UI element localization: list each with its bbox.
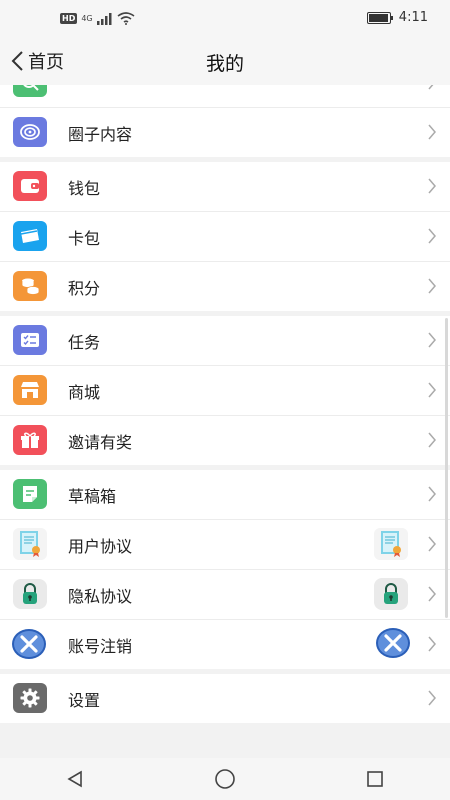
page-title: 我的	[205, 53, 244, 75]
document-certificate-icon	[374, 528, 408, 560]
menu-list[interactable]: 圈子内容 钱包 卡包 积分 任务 商城 邀请有奖 草稿箱 用户协议 隐私协议 账…	[0, 85, 450, 758]
chevron-left-icon	[11, 51, 23, 71]
menu-item-card[interactable]: 卡包	[0, 212, 450, 262]
gift-icon	[13, 425, 47, 455]
menu-item-label: 钱包	[68, 178, 101, 198]
status-bar: HD 4G 4:11	[0, 0, 450, 40]
menu-item-drafts[interactable]: 草稿箱	[0, 470, 450, 520]
lock-icon	[13, 579, 47, 609]
wallet-icon	[13, 171, 47, 201]
square-recent-icon	[367, 771, 383, 787]
search-icon	[13, 85, 47, 97]
back-button[interactable]: 首页	[10, 48, 64, 74]
menu-item-privacy-policy[interactable]: 隐私协议	[0, 570, 450, 620]
nav-back-button[interactable]	[45, 761, 105, 797]
card-icon	[13, 221, 47, 251]
battery-level	[368, 13, 388, 22]
circle-content-icon	[13, 117, 47, 147]
chevron-right-icon	[428, 432, 436, 448]
menu-item-label: 商城	[68, 382, 101, 402]
close-circle-icon	[374, 627, 412, 659]
chevron-right-icon	[428, 228, 436, 244]
network-type: 4G	[81, 14, 93, 23]
gear-icon	[13, 683, 47, 713]
menu-item-label: 用户协议	[68, 536, 133, 556]
nav-home-button[interactable]	[195, 761, 255, 797]
triangle-back-icon	[67, 770, 82, 788]
signal-icon	[96, 12, 112, 25]
task-icon	[13, 325, 47, 355]
clock: 4:11	[398, 10, 428, 25]
menu-item-shop[interactable]: 商城	[0, 366, 450, 416]
chevron-right-icon	[428, 124, 436, 140]
chevron-right-icon	[428, 85, 434, 90]
close-circle-icon	[10, 626, 48, 662]
menu-item-label: 任务	[68, 332, 101, 352]
menu-group-activity: 任务 商城 邀请有奖	[0, 316, 450, 465]
chevron-right-icon	[428, 690, 436, 706]
menu-item-label: 圈子内容	[68, 124, 133, 144]
status-left: HD 4G	[60, 12, 135, 25]
scrollbar[interactable]	[445, 318, 448, 618]
shop-icon	[13, 375, 47, 405]
app-header: 首页 我的	[0, 40, 450, 85]
menu-item-label: 隐私协议	[68, 586, 133, 606]
chevron-right-icon	[428, 382, 436, 398]
menu-item-label: 邀请有奖	[68, 432, 133, 452]
menu-item-circle-content[interactable]: 圈子内容	[0, 108, 450, 157]
menu-group-docs: 草稿箱 用户协议 隐私协议 账号注销	[0, 470, 450, 669]
battery-icon	[366, 11, 393, 24]
status-right: 4:11	[366, 10, 428, 25]
menu-item-label: 账号注销	[68, 636, 133, 656]
chevron-right-icon	[428, 486, 436, 502]
lock-icon	[374, 578, 408, 610]
menu-item-user-agreement[interactable]: 用户协议	[0, 520, 450, 570]
draft-icon	[13, 479, 47, 509]
menu-item-label: 卡包	[68, 228, 101, 248]
back-label: 首页	[28, 52, 64, 73]
menu-item-settings[interactable]: 设置	[0, 674, 450, 723]
menu-group-settings: 设置	[0, 674, 450, 723]
system-nav-bar	[0, 758, 450, 800]
menu-item-wallet[interactable]: 钱包	[0, 162, 450, 212]
nav-recent-button[interactable]	[345, 761, 405, 797]
chevron-right-icon	[428, 636, 436, 652]
chevron-right-icon	[428, 586, 436, 602]
menu-item-label: 设置	[68, 690, 101, 710]
menu-group-finance: 钱包 卡包 积分	[0, 162, 450, 311]
menu-item-label: 草稿箱	[68, 486, 117, 506]
menu-group-social: 圈子内容	[0, 85, 450, 157]
document-certificate-icon	[13, 528, 47, 560]
chevron-right-icon	[428, 332, 436, 348]
menu-item-points[interactable]: 积分	[0, 262, 450, 311]
chevron-right-icon	[428, 536, 436, 552]
points-icon	[13, 271, 47, 301]
menu-item-invite[interactable]: 邀请有奖	[0, 416, 450, 465]
menu-item-label: 积分	[68, 278, 101, 298]
wifi-icon	[117, 12, 135, 25]
chevron-right-icon	[428, 178, 436, 194]
circle-home-icon	[215, 769, 235, 789]
menu-item-delete-account[interactable]: 账号注销	[0, 620, 450, 669]
menu-item-task[interactable]: 任务	[0, 316, 450, 366]
menu-item-partial[interactable]	[0, 85, 450, 108]
chevron-right-icon	[428, 278, 436, 294]
hd-badge: HD	[60, 13, 78, 24]
